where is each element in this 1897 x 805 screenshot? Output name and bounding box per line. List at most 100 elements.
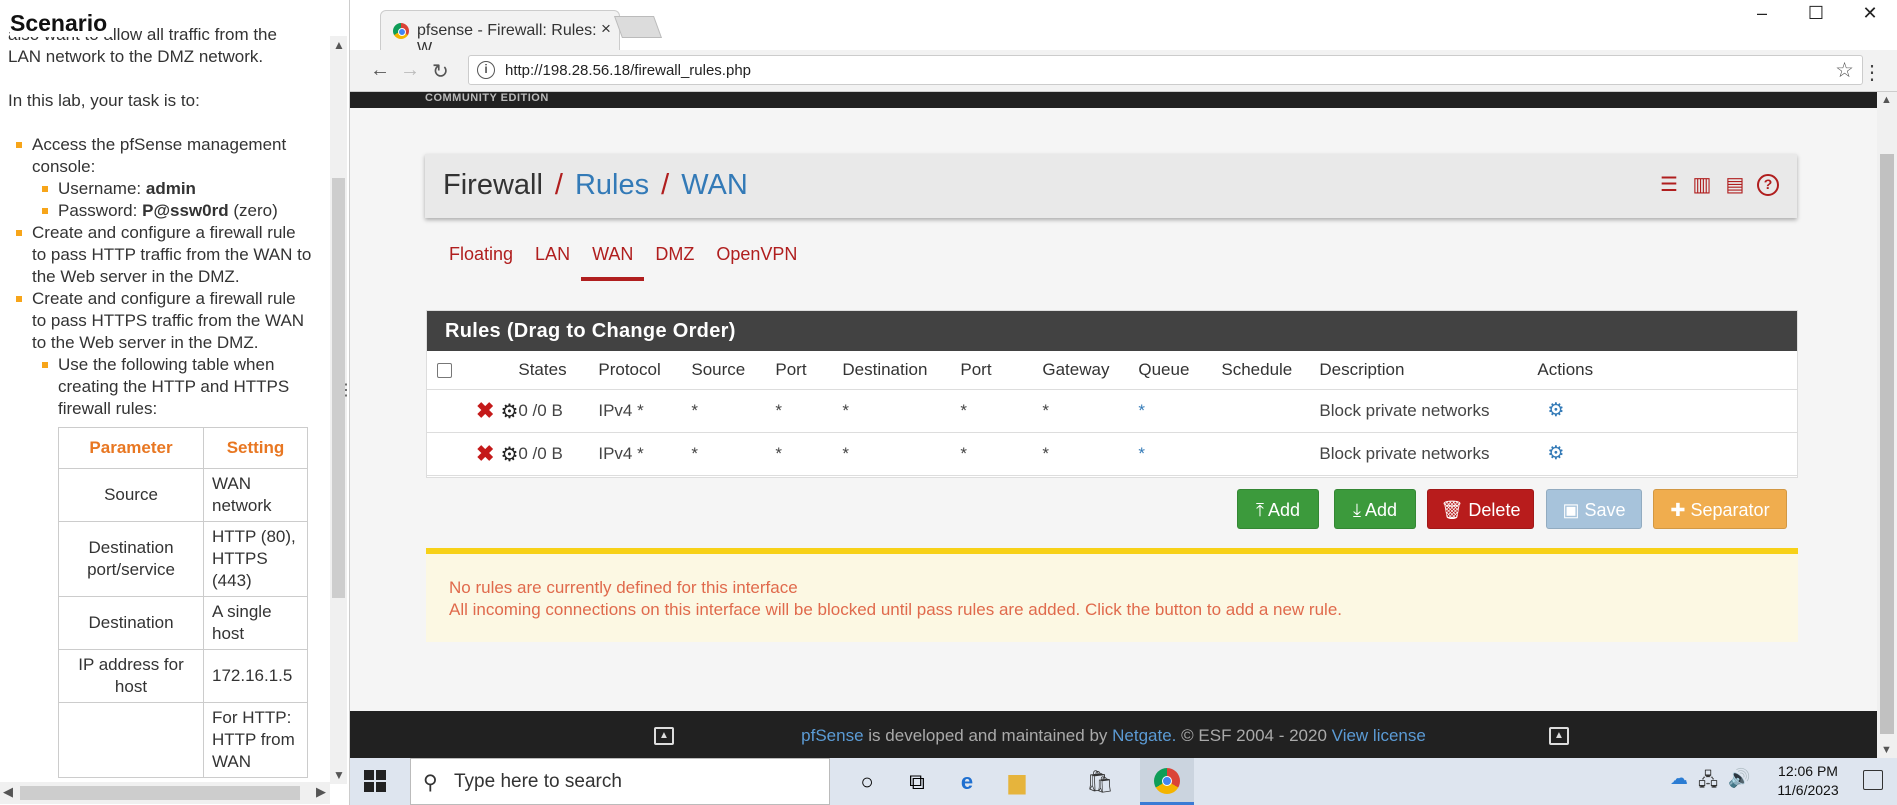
new-tab-button[interactable] (613, 16, 663, 38)
task-subitem: Use the following table when creating th… (32, 354, 313, 420)
scroll-up-icon[interactable]: ▲ (1881, 94, 1892, 106)
rules-table: States Protocol Source Port Destination … (427, 351, 1797, 476)
footer-text: pfSense is developed and maintained by N… (350, 726, 1877, 746)
table-cell: HTTP (80), HTTPS (443) (203, 521, 308, 597)
tab-lan[interactable]: LAN (524, 244, 581, 277)
pfsense-page: COMMUNITY EDITION Firewall / Rules / WAN ☰ ▥… (350, 92, 1877, 758)
bookmark-star-icon[interactable]: ☆ (1835, 58, 1854, 83)
scenario-horizontal-scrollbar[interactable]: ◀ ▶ (0, 782, 330, 804)
forward-icon[interactable]: → (400, 59, 420, 82)
search-icon: ⚲ (423, 772, 438, 794)
table-row: Destination A single host (58, 596, 308, 650)
table-row[interactable]: ✖ ⚙ 0 /0 B IPv4 * * * * * * * Block priva… (427, 432, 1797, 476)
dest-port-cell: * (960, 389, 1043, 433)
rules-panel: Rules (Drag to Change Order) States Prot… (426, 310, 1798, 478)
minimize-icon[interactable]: – (1735, 0, 1789, 30)
delete-button[interactable]: 🗑 Delete (1427, 489, 1534, 529)
task-view-icon[interactable]: ⧉ (902, 767, 932, 797)
info-icon[interactable]: i (477, 61, 495, 79)
chrome-taskbar-icon[interactable] (1140, 758, 1194, 805)
scroll-up-icon[interactable]: ▲ (333, 38, 345, 52)
close-window-icon[interactable]: ✕ (1843, 0, 1897, 30)
table-cell (58, 702, 204, 778)
scroll-top-icon[interactable]: ▲ (1549, 727, 1569, 745)
browser-tab-bar: pfsense - Firewall: Rules: W... × – ☐ ✕ (350, 0, 1897, 57)
separator-button[interactable]: ✚ Separator (1653, 489, 1787, 529)
page-vertical-scrollbar[interactable]: ▲ ▼ (1877, 92, 1897, 758)
edge-icon[interactable]: e (952, 767, 982, 797)
gateway-cell: * (1042, 389, 1139, 433)
browser-tab[interactable]: pfsense - Firewall: Rules: W... × (380, 10, 620, 57)
window-controls: – ☐ ✕ (1735, 0, 1897, 30)
task-text: Access the pfSense management console: (32, 135, 287, 176)
tab-openvpn[interactable]: OpenVPN (705, 244, 808, 277)
queue-link[interactable]: * (1138, 401, 1145, 420)
password-label: Password: (58, 201, 138, 220)
store-icon[interactable]: 🛍 (1085, 767, 1115, 797)
trash-icon: 🗑 (1440, 500, 1464, 520)
close-tab-icon[interactable]: × (601, 19, 611, 39)
browser-menu-icon[interactable]: ⋮ (1862, 60, 1882, 85)
brand-bar: COMMUNITY EDITION (350, 92, 1877, 108)
column-header: States (518, 351, 599, 390)
bar-chart-icon[interactable]: ▥ (1691, 174, 1713, 196)
gear-icon: ⚙ (500, 443, 519, 466)
netgate-link[interactable]: Netgate. (1112, 726, 1176, 745)
select-all-checkbox[interactable] (437, 362, 452, 378)
table-row[interactable]: ✖ ⚙ 0 /0 B IPv4 * * * * * * * Block priva… (427, 389, 1797, 433)
rules-header-row: States Protocol Source Port Destination … (427, 351, 1797, 390)
credentials-list: Username: admin Password: P@ssw0rd (zero… (32, 178, 313, 222)
back-icon[interactable]: ← (370, 59, 390, 82)
tab-wan[interactable]: WAN (581, 244, 645, 281)
taskbar-search-box[interactable]: ⚲ Type here to search (410, 758, 830, 805)
table-cell: Destination (58, 596, 204, 650)
log-table-icon[interactable]: ▤ (1724, 174, 1746, 196)
add-bottom-button[interactable]: ⤓ Add (1334, 489, 1416, 529)
scroll-thumb[interactable] (1880, 154, 1894, 734)
column-header: Actions (1537, 351, 1797, 390)
scroll-down-icon[interactable]: ▼ (333, 768, 345, 782)
volume-icon[interactable]: 🔊 (1728, 768, 1750, 798)
windows-start-icon[interactable] (364, 770, 386, 792)
alert-line-1: No rules are currently defined for this … (449, 578, 798, 597)
scroll-left-icon[interactable]: ◀ (3, 784, 13, 800)
cortana-icon[interactable]: ○ (852, 767, 882, 797)
queue-cell: * (1138, 389, 1222, 433)
chrome-favicon-icon (393, 23, 409, 39)
tab-floating[interactable]: Floating (438, 244, 524, 277)
save-button[interactable]: ▣ Save (1546, 489, 1642, 529)
maximize-icon[interactable]: ☐ (1789, 0, 1843, 30)
edit-gear-icon[interactable]: ⚙ (1547, 400, 1564, 421)
help-icon[interactable]: ? (1757, 174, 1779, 196)
queue-link[interactable]: * (1138, 444, 1145, 463)
scroll-right-icon[interactable]: ▶ (316, 784, 326, 800)
onedrive-icon[interactable]: ☁ (1670, 768, 1688, 798)
edit-gear-icon[interactable]: ⚙ (1547, 443, 1564, 464)
sliders-icon[interactable]: ☰ (1658, 174, 1680, 196)
view-license-link[interactable]: View license (1332, 726, 1426, 745)
password-value: P@ssw0rd (142, 201, 229, 220)
pfsense-link[interactable]: pfSense (801, 726, 863, 745)
clock-time: 12:06 PM (1778, 763, 1838, 779)
warning-alert: No rules are currently defined for this … (426, 548, 1798, 642)
tab-dmz[interactable]: DMZ (644, 244, 705, 277)
file-explorer-icon[interactable]: ▆ (1002, 767, 1032, 797)
scroll-thumb[interactable] (20, 786, 300, 800)
network-icon[interactable]: 🖧 (1698, 768, 1718, 798)
table-header: Parameter (58, 427, 204, 469)
scroll-down-icon[interactable]: ▼ (1881, 744, 1892, 756)
breadcrumb-separator: / (661, 169, 670, 201)
pane-splitter-handle[interactable]: ⋮ (338, 383, 349, 416)
reload-icon[interactable]: ↻ (432, 59, 449, 84)
system-clock[interactable]: 12:06 PM 11/6/2023 (1768, 762, 1848, 800)
actions-cell: ⚙ (1537, 432, 1797, 476)
breadcrumb-rules-link[interactable]: Rules (575, 169, 649, 201)
schedule-cell (1221, 389, 1320, 433)
notification-icon[interactable] (1863, 770, 1883, 790)
copyright-text: © ESF 2004 - 2020 (1181, 726, 1327, 745)
breadcrumb-wan-link[interactable]: WAN (681, 169, 748, 201)
url-input[interactable]: i http://198.28.56.18/firewall_rules.php… (468, 55, 1863, 85)
add-top-button[interactable]: ⤒ Add (1237, 489, 1319, 529)
table-cell: A single host (203, 596, 308, 650)
button-label: Delete (1468, 500, 1521, 520)
